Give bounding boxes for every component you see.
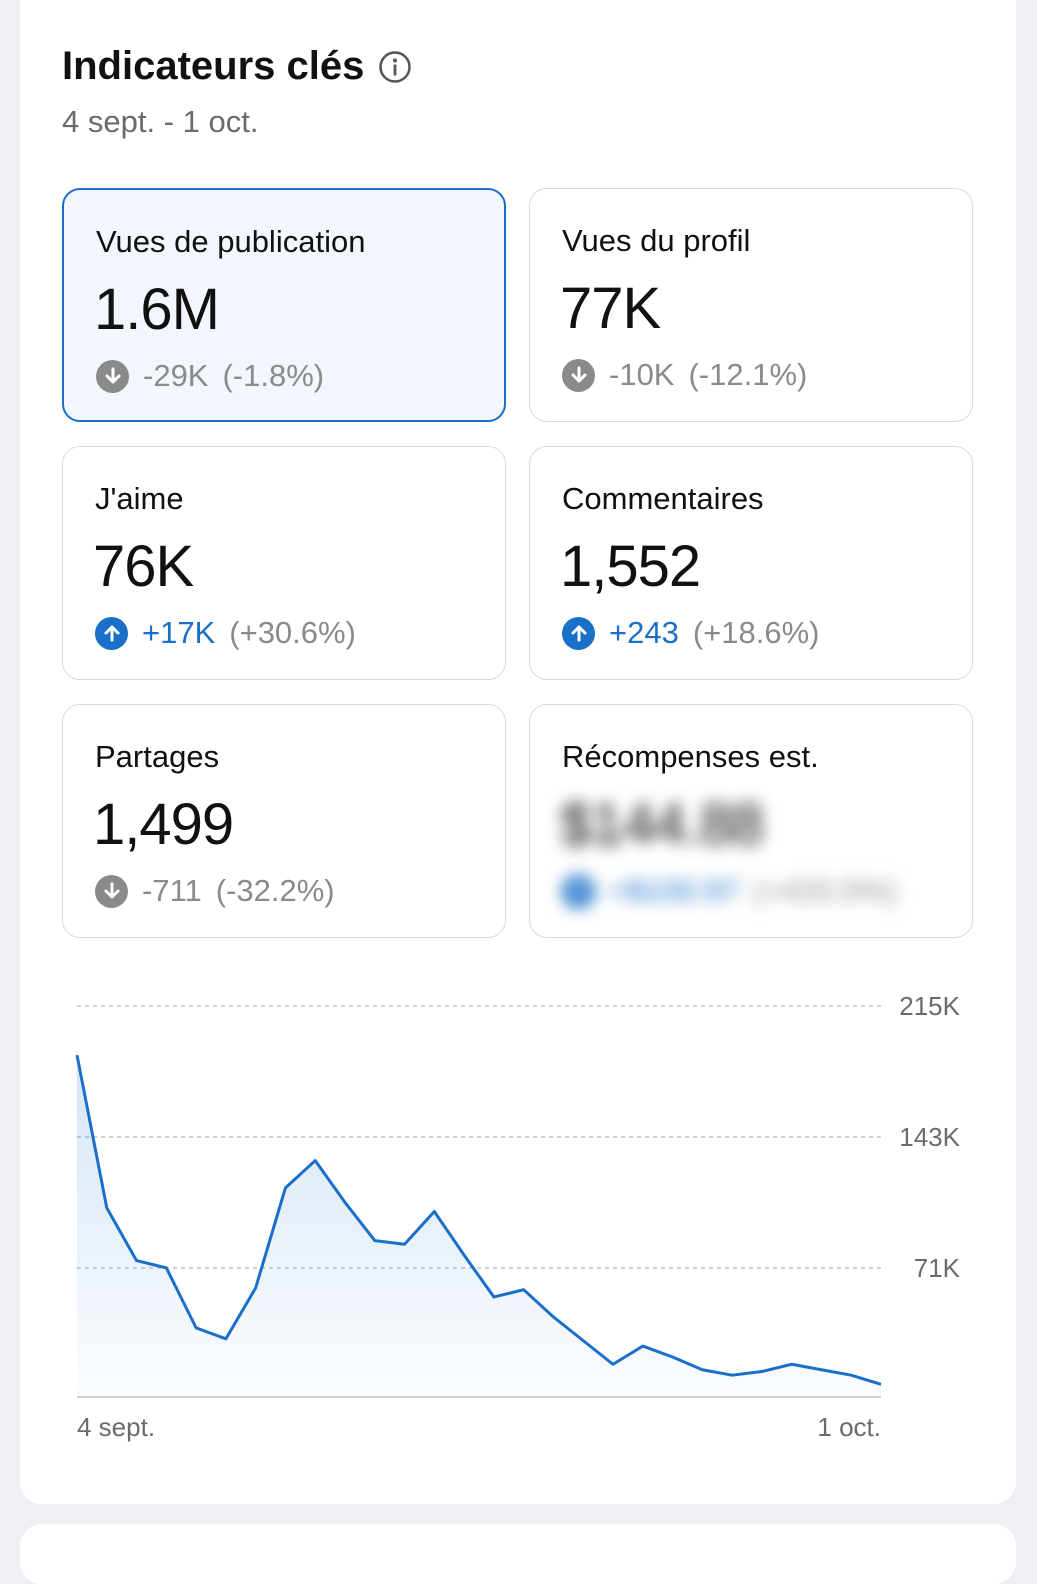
arrow-up-icon — [562, 875, 595, 908]
metric-delta: +17K (+30.6%) — [95, 615, 356, 651]
delta-percent: (+420.5%) — [753, 873, 897, 909]
y-tick-label: 143K — [899, 1122, 960, 1152]
metric-tile-likes[interactable]: J'aime 76K +17K (+30.6%) — [62, 446, 506, 680]
metric-label: Partages — [95, 739, 219, 775]
metric-value: 1,552 — [560, 533, 700, 600]
metric-delta: -10K (-12.1%) — [562, 357, 807, 393]
delta-percent: (-32.2%) — [216, 873, 335, 909]
delta-absolute: +17K — [142, 615, 215, 651]
metric-value: 1.6M — [94, 276, 219, 343]
info-icon[interactable] — [378, 50, 412, 84]
next-card — [20, 1524, 1016, 1584]
delta-absolute: +$100.97 — [609, 873, 739, 909]
metric-delta: +243 (+18.6%) — [562, 615, 819, 651]
x-tick-label-start: 4 sept. — [77, 1412, 155, 1442]
metric-tile-shares[interactable]: Partages 1,499 -711 (-32.2%) — [62, 704, 506, 938]
delta-percent: (+30.6%) — [229, 615, 356, 651]
delta-absolute: -29K — [143, 358, 208, 394]
post-views-chart[interactable]: 215K 143K 71K 4 sept. 1 oct. — [0, 980, 1037, 1460]
delta-absolute: -10K — [609, 357, 674, 393]
metric-value-blurred: $144.88 — [560, 791, 763, 858]
y-tick-label: 215K — [899, 991, 960, 1021]
delta-absolute: +243 — [609, 615, 679, 651]
metric-delta: -711 (-32.2%) — [95, 873, 335, 909]
delta-absolute: -711 — [142, 873, 202, 909]
metric-tile-profile-views[interactable]: Vues du profil 77K -10K (-12.1%) — [529, 188, 973, 422]
y-tick-label: 71K — [914, 1253, 961, 1283]
section-title: Indicateurs clés — [62, 44, 412, 89]
metric-label: Récompenses est. — [562, 739, 819, 775]
arrow-down-icon — [562, 359, 595, 392]
metric-tile-comments[interactable]: Commentaires 1,552 +243 (+18.6%) — [529, 446, 973, 680]
arrow-down-icon — [96, 360, 129, 393]
delta-percent: (+18.6%) — [693, 615, 820, 651]
x-tick-label-end: 1 oct. — [817, 1412, 881, 1442]
metric-label: Vues du profil — [562, 223, 750, 259]
metric-tile-estimated-rewards[interactable]: Récompenses est. $144.88 +$100.97 (+420.… — [529, 704, 973, 938]
metric-label: Commentaires — [562, 481, 764, 517]
delta-percent: (-12.1%) — [688, 357, 807, 393]
arrow-down-icon — [95, 875, 128, 908]
metric-value: 76K — [93, 533, 193, 600]
metric-value: 1,499 — [93, 791, 233, 858]
title-text: Indicateurs clés — [62, 44, 364, 89]
metric-delta: -29K (-1.8%) — [96, 358, 324, 394]
metric-tile-post-views[interactable]: Vues de publication 1.6M -29K (-1.8%) — [62, 188, 506, 422]
date-range: 4 sept. - 1 oct. — [62, 104, 258, 140]
chart-area-fill — [77, 1055, 881, 1397]
metric-label: J'aime — [95, 481, 184, 517]
metric-label: Vues de publication — [96, 224, 365, 260]
delta-percent: (-1.8%) — [222, 358, 324, 394]
metric-delta-blurred: +$100.97 (+420.5%) — [562, 873, 897, 909]
metric-value: 77K — [560, 275, 660, 342]
arrow-up-icon — [95, 617, 128, 650]
arrow-up-icon — [562, 617, 595, 650]
